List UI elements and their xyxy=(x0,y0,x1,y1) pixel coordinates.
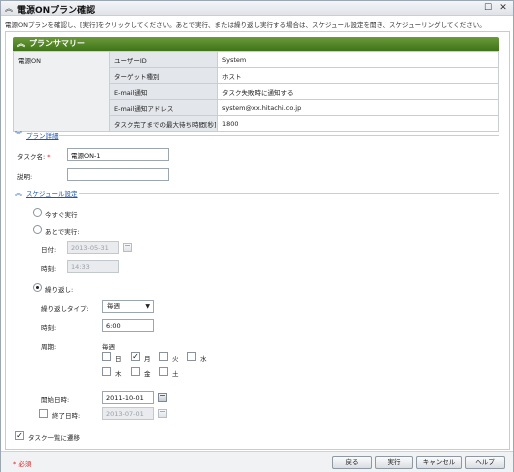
day-checkbox-thu[interactable] xyxy=(102,367,111,376)
dialog-footer: * 必須 戻る 実行 キャンセル ヘルプ xyxy=(1,451,513,472)
day-label-tue: 火 xyxy=(172,355,179,363)
time-label: 時刻: xyxy=(41,265,57,273)
repeat-type-select[interactable]: 毎週 ▼ xyxy=(102,300,154,313)
period-value: 毎週 xyxy=(102,343,115,351)
required-mark: * xyxy=(47,153,51,161)
description-label: 説明: xyxy=(17,173,33,181)
summary-value: ホスト xyxy=(217,67,499,84)
instruction-text: 電源ONプランを確認し、[実行]をクリックしてください。あとで実行、または繰り返… xyxy=(5,21,486,29)
calendar-icon[interactable] xyxy=(123,243,132,252)
summary-value: 1800 xyxy=(217,115,499,132)
plan-detail-link[interactable]: プラン詳細 xyxy=(26,130,59,140)
day-label-thu: 木 xyxy=(115,370,122,378)
end-datetime-checkbox[interactable] xyxy=(39,409,48,418)
collapse-chevron-icon: ︽ xyxy=(17,39,25,48)
expand-chevron-icon[interactable]: ︾ xyxy=(15,130,22,140)
time-input[interactable] xyxy=(67,260,119,273)
cancel-button[interactable]: キャンセル xyxy=(416,456,462,469)
day-checkbox-fri[interactable] xyxy=(131,367,140,376)
day-label-fri: 金 xyxy=(144,370,151,378)
plan-confirm-dialog: ︽ 電源ONプラン確認 ☐ ✕ 電源ONプランを確認し、[実行]をクリックしてく… xyxy=(0,0,514,472)
repeat-label: 繰り返し: xyxy=(45,286,74,294)
section-divider xyxy=(79,193,499,194)
summary-value: system@xx.hitachi.co.jp xyxy=(217,99,499,116)
plan-summary-header[interactable]: ︽ プランサマリー xyxy=(13,37,499,51)
day-label-sat: 土 xyxy=(172,370,179,378)
day-checkbox-mon[interactable]: ✓ xyxy=(131,352,140,361)
dropdown-arrow-icon: ▼ xyxy=(145,303,150,310)
summary-key: ターゲット種別 xyxy=(109,67,218,84)
day-checkbox-wed[interactable] xyxy=(187,352,196,361)
day-label-mon: 月 xyxy=(144,355,151,363)
collapse-chevron-icon[interactable]: ︽ xyxy=(15,188,22,198)
repeat-time-input[interactable] xyxy=(102,319,154,332)
summary-value: System xyxy=(217,51,499,68)
summary-key: E-mail通知アドレス xyxy=(109,99,218,116)
repeat-type-value: 毎週 xyxy=(107,302,120,310)
date-label: 日付: xyxy=(41,246,57,254)
repeat-radio[interactable] xyxy=(33,283,42,292)
summary-key: タスク完了までの最大待ち時間[秒] xyxy=(109,115,218,132)
title-bar: ︽ 電源ONプラン確認 ☐ ✕ xyxy=(1,1,513,16)
close-icon[interactable]: ✕ xyxy=(498,3,508,13)
plan-name-cell: 電源ON xyxy=(13,51,110,132)
plan-summary-title: プランサマリー xyxy=(29,39,85,48)
section-divider xyxy=(59,135,499,136)
schedule-settings-link[interactable]: スケジュール設定 xyxy=(26,188,78,198)
summary-value: タスク失敗時に通知する xyxy=(217,83,499,100)
description-input[interactable] xyxy=(67,168,169,181)
table-row: 電源ON ユーザーID System xyxy=(13,51,499,132)
calendar-icon[interactable] xyxy=(158,409,167,418)
date-input[interactable] xyxy=(67,241,119,254)
start-date-input[interactable] xyxy=(102,391,154,404)
execute-button[interactable]: 実行 xyxy=(375,456,413,469)
period-label: 周期: xyxy=(41,343,57,351)
goto-tasklist-label: タスク一覧に遷移 xyxy=(28,434,80,442)
goto-tasklist-checkbox[interactable]: ✓ xyxy=(15,431,24,440)
repeat-time-label: 時刻: xyxy=(41,324,57,332)
maximize-icon[interactable]: ☐ xyxy=(483,3,493,13)
day-checkbox-tue[interactable] xyxy=(159,352,168,361)
collapse-chevron-icon[interactable]: ︽ xyxy=(5,3,13,14)
help-button[interactable]: ヘルプ xyxy=(465,456,505,469)
day-checkbox-sun[interactable] xyxy=(102,352,111,361)
run-now-label: 今すぐ実行 xyxy=(45,211,78,219)
task-name-label: タスク名: * xyxy=(17,153,51,161)
summary-key: E-mail通知 xyxy=(109,83,218,100)
end-datetime-label: 終了日時: xyxy=(52,412,81,420)
back-button[interactable]: 戻る xyxy=(332,456,372,469)
run-now-radio[interactable] xyxy=(33,208,42,217)
plan-summary-table: 電源ON ユーザーID System ターゲット種別 ホスト E-mail通知 … xyxy=(13,51,499,132)
start-datetime-label: 開始日時: xyxy=(41,396,70,404)
day-label-sun: 日 xyxy=(115,355,122,363)
dialog-title: 電源ONプラン確認 xyxy=(17,6,96,16)
day-checkbox-sat[interactable] xyxy=(159,367,168,376)
calendar-icon[interactable] xyxy=(158,393,167,402)
required-note: * 必須 xyxy=(13,460,32,468)
day-label-wed: 水 xyxy=(200,355,207,363)
repeat-type-label: 繰り返しタイプ: xyxy=(41,305,89,313)
run-later-label: あとで実行: xyxy=(45,228,80,236)
summary-key: ユーザーID xyxy=(109,51,218,68)
end-date-input[interactable] xyxy=(102,407,154,420)
task-name-input[interactable] xyxy=(67,148,169,161)
run-later-radio[interactable] xyxy=(33,225,42,234)
